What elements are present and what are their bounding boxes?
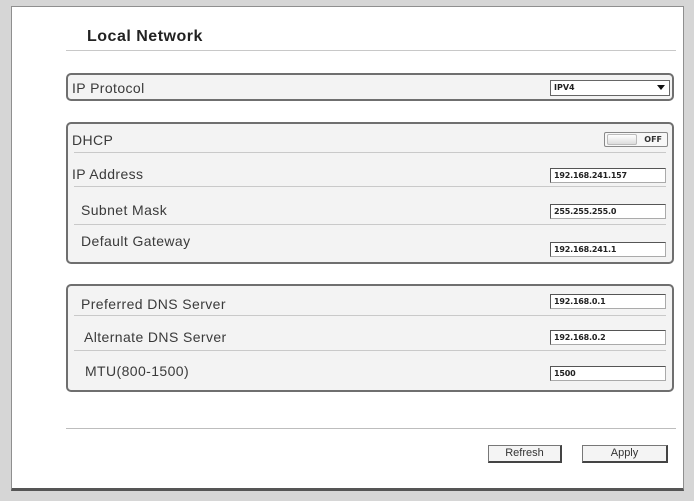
row-divider — [74, 350, 666, 351]
ip-protocol-label: IP Protocol — [72, 80, 145, 96]
bottom-divider — [66, 428, 676, 429]
default-gateway-label: Default Gateway — [81, 233, 191, 249]
ip-address-label: IP Address — [72, 166, 144, 182]
alternate-dns-label: Alternate DNS Server — [84, 329, 227, 345]
settings-panel: Local Network IP Protocol IPV4 DHCP OFF … — [11, 6, 684, 491]
dropdown-arrow-icon — [657, 85, 665, 90]
page-title: Local Network — [87, 28, 203, 45]
subnet-mask-label: Subnet Mask — [81, 202, 168, 218]
ip-protocol-select[interactable]: IPV4 — [550, 80, 670, 96]
preferred-dns-label: Preferred DNS Server — [81, 296, 226, 312]
apply-button[interactable]: Apply — [582, 445, 668, 463]
dhcp-toggle-state: OFF — [644, 135, 662, 144]
ip-protocol-selected: IPV4 — [554, 83, 575, 92]
mtu-field[interactable]: 1500 — [550, 366, 666, 381]
ip-protocol-box: IP Protocol IPV4 — [66, 73, 674, 101]
title-divider — [66, 50, 676, 51]
row-divider — [74, 152, 666, 153]
ip-address-field[interactable]: 192.168.241.157 — [550, 168, 666, 183]
subnet-mask-field[interactable]: 255.255.255.0 — [550, 204, 666, 219]
toggle-knob — [607, 134, 637, 145]
dns-box: Preferred DNS Server 192.168.0.1 Alterna… — [66, 284, 674, 392]
row-divider — [74, 186, 666, 187]
default-gateway-field[interactable]: 192.168.241.1 — [550, 242, 666, 257]
preferred-dns-field[interactable]: 192.168.0.1 — [550, 294, 666, 309]
row-divider — [74, 224, 666, 225]
alternate-dns-field[interactable]: 192.168.0.2 — [550, 330, 666, 345]
refresh-button[interactable]: Refresh — [488, 445, 562, 463]
mtu-label: MTU(800-1500) — [85, 363, 190, 379]
dhcp-label: DHCP — [72, 132, 114, 148]
dhcp-toggle[interactable]: OFF — [604, 132, 668, 147]
row-divider — [74, 315, 666, 316]
dhcp-box: DHCP OFF IP Address 192.168.241.157 Subn… — [66, 122, 674, 264]
